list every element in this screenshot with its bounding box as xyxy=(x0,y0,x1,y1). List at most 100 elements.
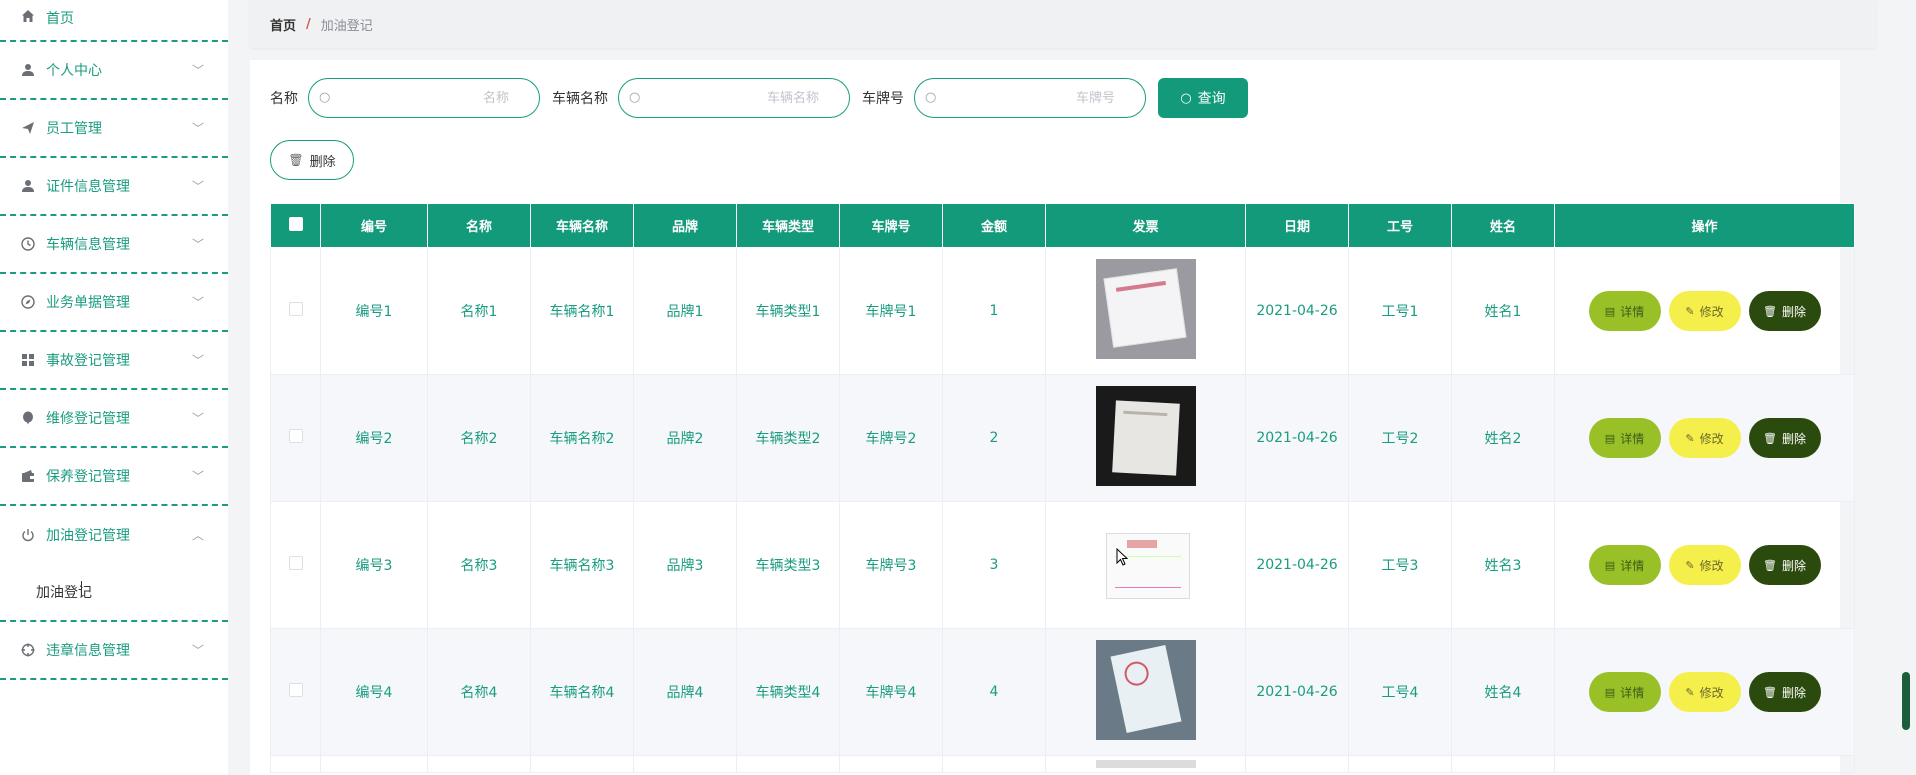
search-icon: ○ xyxy=(629,90,641,105)
cell-name: 名称1 xyxy=(427,247,531,375)
sidebar-item-repairs[interactable]: 维修登记管理 ﹀ xyxy=(0,390,228,448)
edit-button[interactable]: ✎ 修改 xyxy=(1668,672,1741,712)
cell-invoice xyxy=(1045,628,1246,756)
vehicle-name-label: 车辆名称 xyxy=(552,91,608,107)
cell-date: 2021-04-26 xyxy=(1245,374,1349,502)
invoice-thumbnail[interactable] xyxy=(1095,386,1196,486)
cell-date: 2021-04-26 xyxy=(1245,247,1349,375)
name-input[interactable] xyxy=(309,79,539,117)
cell-vehicle: 车辆名称4 xyxy=(530,628,634,756)
sidebar-item-refueling[interactable]: 加油登记管理 ︿ xyxy=(0,506,228,564)
table-row: 编号1 名称1 车辆名称1 品牌1 车辆类型1 车牌号1 1 2021-04-2… xyxy=(270,247,1855,375)
sidebar-subitem-refueling-register[interactable]: 加油登记 xyxy=(0,564,228,622)
sidebar-item-vehicles[interactable]: 车辆信息管理 ﹀ xyxy=(0,216,228,274)
sidebar-item-accidents[interactable]: 事故登记管理 ﹀ xyxy=(0,332,228,390)
chevron-down-icon: ﹀ xyxy=(191,121,204,136)
content-panel: 名称 ○ 车辆名称 ○ 车牌号 ○ ○ 查询 🗑 删除 xyxy=(250,60,1855,775)
row-checkbox[interactable] xyxy=(288,683,303,697)
delete-button[interactable]: 🗑 删除 xyxy=(1748,418,1821,458)
col-header: 金额 xyxy=(942,203,1046,248)
chevron-down-icon: ﹀ xyxy=(191,179,204,194)
col-header: 车辆名称 xyxy=(530,203,634,248)
row-select-cell xyxy=(270,247,321,375)
plate-input[interactable] xyxy=(915,79,1145,117)
breadcrumb-current: 加油登记 xyxy=(320,18,373,34)
trash-icon: 🗑 xyxy=(1763,431,1777,445)
delete-label: 删除 xyxy=(1781,431,1806,446)
breadcrumb-home[interactable]: 首页 xyxy=(270,15,296,34)
search-icon: ○ xyxy=(319,90,331,105)
scrollbar-thumb[interactable] xyxy=(1902,672,1910,730)
edit-button[interactable]: ✎ 修改 xyxy=(1668,545,1741,585)
trash-icon: 🗑 xyxy=(1763,685,1777,699)
row-checkbox[interactable] xyxy=(288,556,303,570)
cell-name: 名称2 xyxy=(427,374,531,502)
detail-button[interactable]: ▤ 详情 xyxy=(1588,291,1661,331)
name-label: 名称 xyxy=(270,91,298,107)
chevron-down-icon: ﹀ xyxy=(191,353,204,368)
sidebar-item-staff[interactable]: 员工管理 ﹀ xyxy=(0,100,228,158)
sidebar-item-home[interactable]: 首页 xyxy=(0,0,228,42)
compass-icon xyxy=(20,294,36,310)
row-checkbox[interactable] xyxy=(288,429,303,443)
detail-label: 详情 xyxy=(1620,685,1645,700)
table-header-row: 编号 名称 车辆名称 品牌 车辆类型 车牌号 金额 发票 日期 工号 姓名 操作 xyxy=(270,203,1855,248)
select-all-checkbox[interactable] xyxy=(288,216,303,231)
sidebar-item-label: 业务单据管理 xyxy=(46,295,130,311)
sidebar-item-label: 证件信息管理 xyxy=(46,179,130,195)
cell-actions: ▤ 详情 ✎ 修改 🗑 删除 xyxy=(1554,501,1855,629)
detail-button[interactable]: ▤ 详情 xyxy=(1588,545,1661,585)
invoice-thumbnail[interactable] xyxy=(1095,513,1196,613)
user-icon xyxy=(20,62,36,78)
delete-button[interactable]: 🗑 删除 xyxy=(1748,672,1821,712)
row-checkbox[interactable] xyxy=(288,302,303,316)
chevron-down-icon: ﹀ xyxy=(191,643,204,658)
page-scrollbar[interactable] xyxy=(1902,0,1910,775)
text-cursor xyxy=(81,581,82,597)
row-select-cell xyxy=(270,628,321,756)
cell-emp: 工号3 xyxy=(1348,501,1452,629)
plate-label: 车牌号 xyxy=(862,91,904,107)
cell-vehicle: 车辆名称3 xyxy=(530,501,634,629)
detail-button[interactable]: ▤ 详情 xyxy=(1588,418,1661,458)
search-icon: ○ xyxy=(1180,90,1192,106)
sidebar-item-violations[interactable]: 违章信息管理 ﹀ xyxy=(0,622,228,680)
invoice-thumbnail[interactable] xyxy=(1095,640,1196,740)
col-header: 品牌 xyxy=(633,203,737,248)
invoice-thumbnail[interactable] xyxy=(1095,259,1196,359)
cell-plate: 车牌号1 xyxy=(839,247,943,375)
cell-person: 姓名4 xyxy=(1451,628,1555,756)
delete-button[interactable]: 🗑 删除 xyxy=(1748,291,1821,331)
pencil-icon: ✎ xyxy=(1685,685,1695,699)
cell-amount: 3 xyxy=(942,501,1046,629)
sidebar-item-maintenance[interactable]: 保养登记管理 ﹀ xyxy=(0,448,228,506)
sidebar-item-business-docs[interactable]: 业务单据管理 ﹀ xyxy=(0,274,228,332)
breadcrumb-separator: / xyxy=(306,16,311,32)
sidebar-item-label: 维修登记管理 xyxy=(46,411,130,427)
delete-label: 删除 xyxy=(1781,304,1806,319)
edit-label: 修改 xyxy=(1699,558,1724,573)
batch-delete-button[interactable]: 🗑 删除 xyxy=(270,140,354,180)
pencil-icon: ✎ xyxy=(1685,431,1695,445)
invoice-thumbnail[interactable] xyxy=(1095,760,1196,768)
detail-button[interactable]: ▤ 详情 xyxy=(1588,672,1661,712)
cell-actions: ▤ 详情 ✎ 修改 🗑 删除 xyxy=(1554,374,1855,502)
user-icon xyxy=(20,178,36,194)
name-search-box: ○ xyxy=(308,78,540,118)
query-button[interactable]: ○ 查询 xyxy=(1158,78,1248,118)
cell-date: 2021-04-26 xyxy=(1245,628,1349,756)
trash-icon: 🗑 xyxy=(1763,558,1777,572)
delete-button[interactable]: 🗑 删除 xyxy=(1748,545,1821,585)
cell-actions: ▤ 详情 ✎ 修改 🗑 删除 xyxy=(1554,247,1855,375)
edit-button[interactable]: ✎ 修改 xyxy=(1668,418,1741,458)
cell-vehicle: 车辆名称2 xyxy=(530,374,634,502)
cell-brand: 品牌4 xyxy=(633,628,737,756)
chevron-down-icon: ﹀ xyxy=(191,469,204,484)
sidebar-item-personal-center[interactable]: 个人中心 ﹀ xyxy=(0,42,228,100)
edit-label: 修改 xyxy=(1699,431,1724,446)
sidebar-item-label: 首页 xyxy=(46,11,74,27)
edit-button[interactable]: ✎ 修改 xyxy=(1668,291,1741,331)
chevron-down-icon: ﹀ xyxy=(191,63,204,78)
sidebar-item-certificates[interactable]: 证件信息管理 ﹀ xyxy=(0,158,228,216)
vehicle-name-input[interactable] xyxy=(619,79,849,117)
